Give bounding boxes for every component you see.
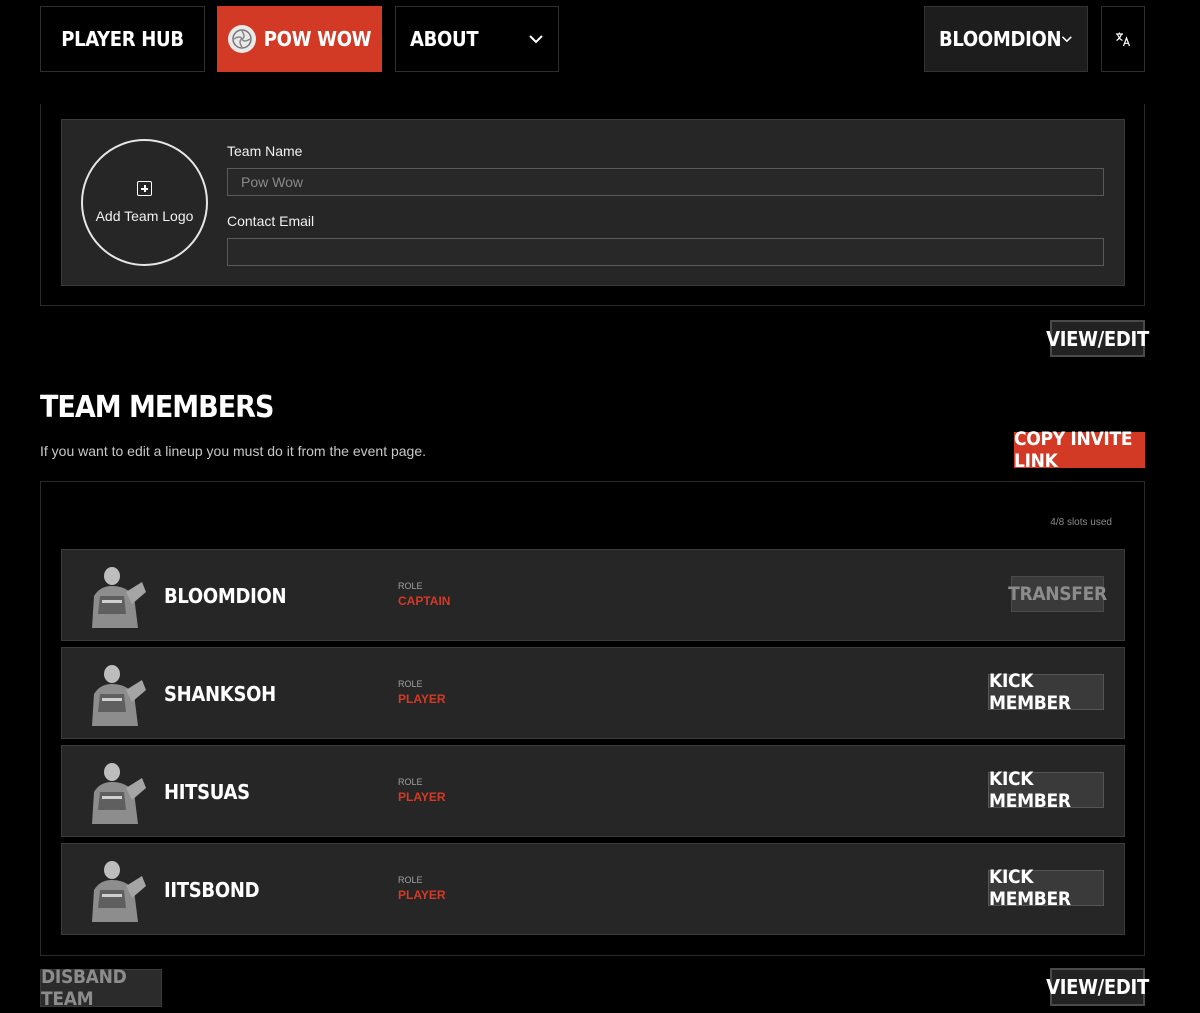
role-label: ROLE	[398, 679, 423, 689]
kick-member-button[interactable]: KICK MEMBER	[988, 670, 1104, 714]
add-team-logo-button[interactable]: Add Team Logo	[81, 139, 208, 266]
contact-email-label: Contact Email	[227, 213, 315, 229]
nav-player-hub[interactable]: PLAYER HUB	[40, 6, 205, 72]
kick-member-button[interactable]: KICK MEMBER	[988, 768, 1104, 812]
member-row-hitsuas: HITSUAS ROLE PLAYER KICK MEMBER	[61, 745, 1125, 837]
view-edit-members-button[interactable]: VIEW/EDIT	[1046, 968, 1149, 1006]
add-icon	[137, 181, 152, 196]
role-label: ROLE	[398, 581, 423, 591]
player-avatar	[92, 665, 146, 726]
member-name: BLOOMDION	[164, 584, 287, 608]
team-logo-icon	[227, 25, 256, 53]
team-name-input[interactable]	[227, 168, 1104, 196]
role-value: PLAYER	[398, 692, 446, 706]
contact-email-input[interactable]	[227, 238, 1104, 266]
nav-about-dropdown[interactable]: ABOUT	[395, 6, 559, 72]
member-name: SHANKSOH	[164, 682, 276, 706]
slots-used-counter: 4/8 slots used	[1050, 517, 1112, 528]
player-avatar	[92, 567, 146, 628]
chevron-down-icon	[1062, 36, 1073, 43]
view-edit-team-info-button[interactable]: VIEW/EDIT	[1046, 320, 1149, 357]
role-value: PLAYER	[398, 790, 446, 804]
translate-icon	[1116, 32, 1131, 47]
disband-team-button[interactable]: DISBAND TEAM	[40, 966, 162, 1010]
role-label: ROLE	[398, 777, 423, 787]
nav-user-label: BLOOMDION	[939, 27, 1062, 51]
chevron-down-icon	[529, 35, 543, 44]
nav-team-pow-wow[interactable]: POW WOW	[217, 6, 382, 72]
kick-member-button[interactable]: KICK MEMBER	[988, 866, 1104, 910]
nav-about-label: ABOUT	[410, 27, 479, 51]
team-members-title: TEAM MEMBERS	[40, 390, 274, 425]
member-name: HITSUAS	[164, 780, 250, 804]
nav-user-dropdown[interactable]: BLOOMDION	[924, 6, 1088, 72]
player-avatar	[92, 763, 146, 824]
player-avatar	[92, 861, 146, 922]
role-value: CAPTAIN	[398, 594, 451, 608]
member-row-bloomdion: BLOOMDION ROLE CAPTAIN TRANSFER	[61, 549, 1125, 641]
role-label: ROLE	[398, 875, 423, 885]
copy-invite-link-button[interactable]: COPY INVITE LINK	[1014, 428, 1145, 472]
nav-player-hub-label: PLAYER HUB	[61, 27, 184, 51]
transfer-captain-button[interactable]: TRANSFER	[1008, 576, 1107, 612]
team-name-label: Team Name	[227, 143, 303, 159]
language-button[interactable]	[1101, 6, 1145, 72]
add-team-logo-label: Add Team Logo	[95, 208, 194, 224]
member-name: IITSBOND	[164, 878, 260, 902]
nav-team-label: POW WOW	[263, 27, 372, 51]
role-value: PLAYER	[398, 888, 446, 902]
member-row-shanksoh: SHANKSOH ROLE PLAYER KICK MEMBER	[61, 647, 1125, 739]
team-members-description: If you want to edit a lineup you must do…	[40, 443, 427, 459]
member-row-iitsbond: IITSBOND ROLE PLAYER KICK MEMBER	[61, 843, 1125, 935]
